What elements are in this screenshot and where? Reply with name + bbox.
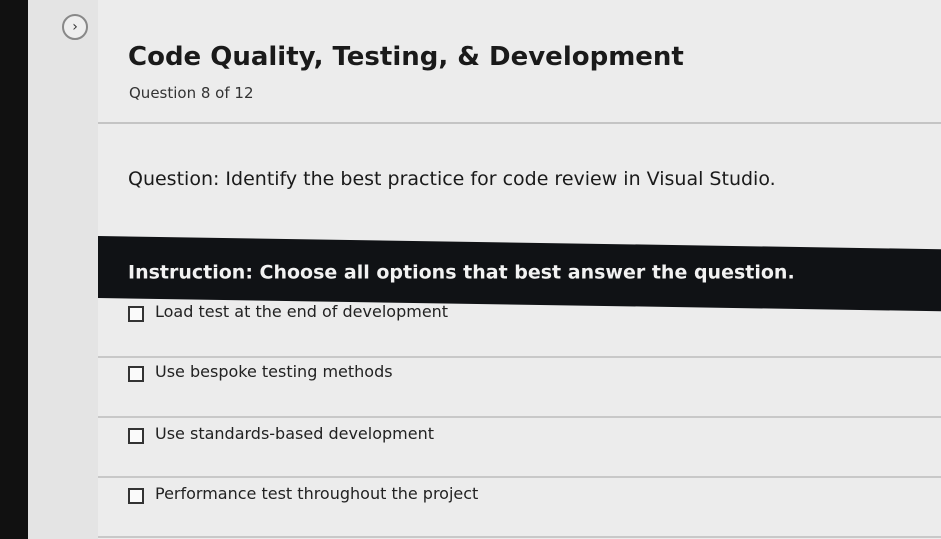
option-label[interactable]: Use bespoke testing methods (155, 362, 393, 381)
answer-option[interactable]: Use standards-based development (98, 418, 941, 478)
option-checkbox[interactable] (128, 428, 144, 444)
option-label[interactable]: Use standards-based development (155, 424, 434, 443)
quiz-panel: Code Quality, Testing, & Development Que… (98, 0, 941, 539)
option-checkbox[interactable] (128, 306, 144, 322)
quiz-header: Code Quality, Testing, & Development Que… (98, 0, 941, 124)
answer-option[interactable]: Use bespoke testing methods (98, 358, 941, 418)
option-checkbox[interactable] (128, 488, 144, 504)
option-label[interactable]: Performance test throughout the project (155, 484, 478, 503)
sidebar: › (28, 0, 98, 539)
answer-options: Load test at the end of development Use … (98, 298, 941, 538)
screen-bezel (0, 0, 28, 539)
question-area: Question: Identify the best practice for… (98, 124, 941, 236)
answer-option[interactable]: Performance test throughout the project (98, 478, 941, 538)
instruction-text: Instruction: Choose all options that bes… (128, 261, 795, 284)
answer-option[interactable]: Load test at the end of development (98, 298, 941, 358)
question-progress: Question 8 of 12 (129, 84, 254, 102)
question-text: Question: Identify the best practice for… (128, 168, 776, 190)
quiz-title: Code Quality, Testing, & Development (128, 42, 684, 72)
option-label[interactable]: Load test at the end of development (155, 302, 448, 321)
expand-sidebar-button[interactable]: › (62, 14, 88, 40)
chevron-right-icon: › (72, 19, 78, 35)
option-checkbox[interactable] (128, 366, 144, 382)
